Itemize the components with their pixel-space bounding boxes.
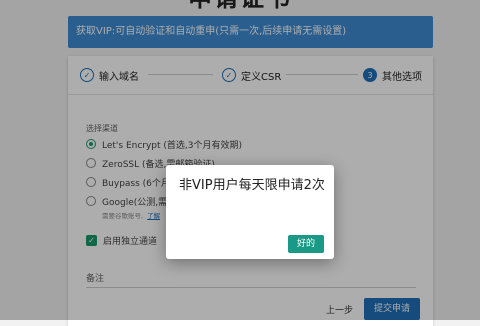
dialog-message: 非VIP用户每天限申请2次: [179, 178, 325, 193]
limit-dialog: 非VIP用户每天限申请2次 好的: [166, 165, 334, 259]
modal-backdrop[interactable]: [0, 0, 480, 320]
ok-button[interactable]: 好的: [288, 235, 324, 253]
